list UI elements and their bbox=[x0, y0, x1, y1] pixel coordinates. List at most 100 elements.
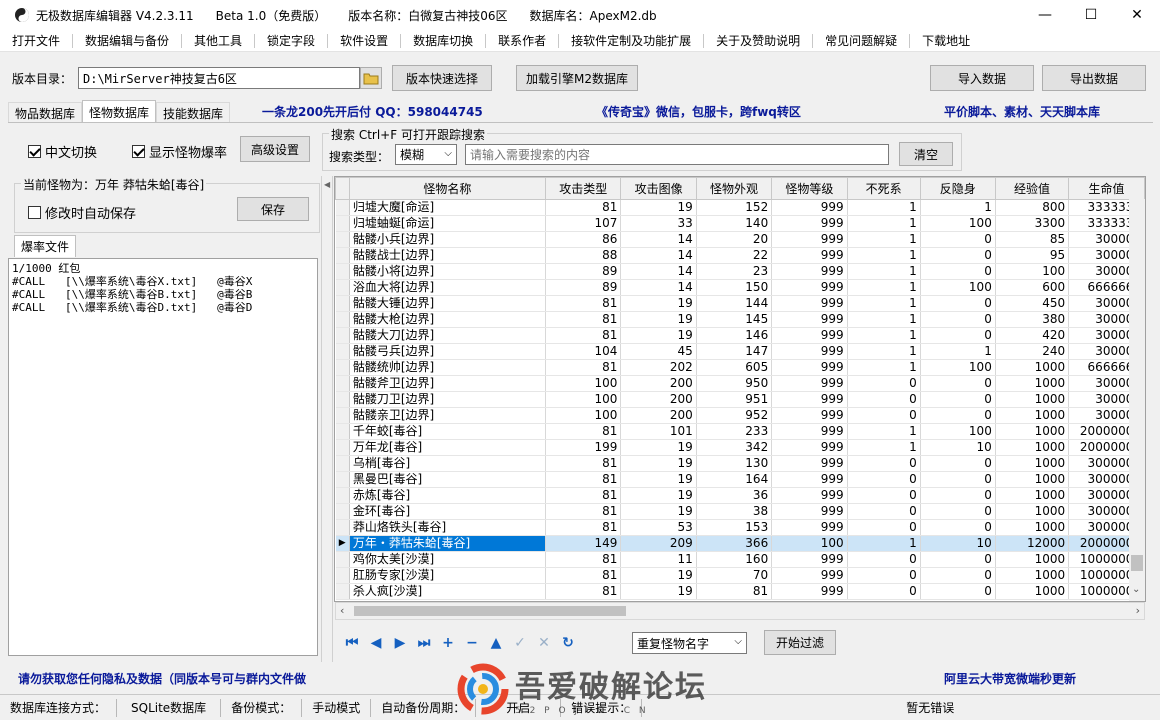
cell-appearance[interactable]: 150 bbox=[696, 279, 773, 296]
cell-attack-type[interactable]: 100 bbox=[545, 407, 622, 424]
cell-undead[interactable]: 1 bbox=[847, 231, 921, 248]
cell-attack-type[interactable]: 199 bbox=[545, 439, 622, 456]
path-input[interactable]: D:\MirServer神技复古6区 bbox=[78, 67, 360, 89]
cell-undead[interactable]: 0 bbox=[847, 487, 921, 504]
cell-level[interactable]: 999 bbox=[771, 471, 848, 488]
table-row[interactable]: 骷髅亲卫[边界] 100 200 952 999 0 0 1000 300000 bbox=[335, 407, 1145, 424]
cell-anti-hide[interactable]: 100 bbox=[920, 359, 996, 376]
cell-level[interactable]: 999 bbox=[771, 247, 848, 264]
minimize-button[interactable]: — bbox=[1022, 0, 1068, 30]
row-indicator[interactable] bbox=[335, 327, 350, 344]
cell-name[interactable]: 骷髅小兵[边界] bbox=[349, 231, 547, 248]
row-indicator[interactable] bbox=[335, 423, 350, 440]
cell-anti-hide[interactable]: 0 bbox=[920, 487, 996, 504]
row-indicator[interactable] bbox=[335, 407, 350, 424]
cell-anti-hide[interactable]: 1 bbox=[920, 199, 996, 216]
cell-attack-type[interactable]: 81 bbox=[545, 583, 622, 600]
menu-lock-fields[interactable]: 锁定字段 bbox=[255, 32, 327, 49]
cell-undead[interactable]: 0 bbox=[847, 583, 921, 600]
cell-undead[interactable]: 1 bbox=[847, 263, 921, 280]
cell-name[interactable]: 黑曼巴[毒谷] bbox=[349, 471, 547, 488]
cell-level[interactable]: 999 bbox=[771, 375, 848, 392]
row-indicator[interactable] bbox=[335, 551, 350, 568]
cell-level[interactable]: 999 bbox=[771, 295, 848, 312]
cell-name[interactable]: 鸡你太美[沙漠] bbox=[349, 551, 547, 568]
cell-exp[interactable]: 420 bbox=[995, 327, 1070, 344]
cell-appearance[interactable]: 366 bbox=[696, 535, 773, 552]
row-indicator[interactable] bbox=[335, 487, 350, 504]
cell-attack-type[interactable]: 81 bbox=[545, 295, 622, 312]
cell-anti-hide[interactable]: 10 bbox=[920, 439, 996, 456]
tab-skills[interactable]: 技能数据库 bbox=[156, 102, 231, 123]
table-row[interactable]: 乌梢[毒谷] 81 19 130 999 0 0 1000 3000000 bbox=[335, 455, 1145, 472]
cell-name[interactable]: 赤炼[毒谷] bbox=[349, 487, 547, 504]
cell-attack-image[interactable]: 19 bbox=[620, 487, 697, 504]
cell-attack-image[interactable]: 101 bbox=[620, 423, 697, 440]
row-indicator[interactable] bbox=[335, 359, 350, 376]
cell-exp[interactable]: 1000 bbox=[995, 551, 1070, 568]
cell-attack-image[interactable]: 19 bbox=[620, 295, 697, 312]
cell-appearance[interactable]: 38 bbox=[696, 503, 773, 520]
cell-attack-image[interactable]: 19 bbox=[620, 567, 697, 584]
menu-settings[interactable]: 软件设置 bbox=[328, 32, 400, 49]
table-row[interactable]: 万年龙[毒谷] 199 19 342 999 1 10 1000 20000000 bbox=[335, 439, 1145, 456]
cell-level[interactable]: 999 bbox=[771, 423, 848, 440]
col-hp-header[interactable]: 生命值 bbox=[1068, 177, 1145, 200]
row-indicator[interactable] bbox=[335, 279, 350, 296]
cell-exp[interactable]: 3300 bbox=[995, 215, 1070, 232]
row-indicator[interactable] bbox=[335, 567, 350, 584]
cell-exp[interactable]: 1000 bbox=[995, 391, 1070, 408]
cell-undead[interactable]: 1 bbox=[847, 439, 921, 456]
cell-name[interactable]: 归墟大魔[命运] bbox=[349, 199, 547, 216]
cell-exp[interactable]: 1000 bbox=[995, 439, 1070, 456]
cell-attack-type[interactable]: 89 bbox=[545, 279, 622, 296]
cell-anti-hide[interactable]: 0 bbox=[920, 407, 996, 424]
cell-exp[interactable]: 1000 bbox=[995, 455, 1070, 472]
table-row[interactable]: 莽山烙铁头[毒谷] 81 53 153 999 0 0 1000 3000000 bbox=[335, 519, 1145, 536]
cell-attack-type[interactable]: 81 bbox=[545, 519, 622, 536]
cell-exp[interactable]: 1000 bbox=[995, 487, 1070, 504]
cell-attack-type[interactable]: 81 bbox=[545, 503, 622, 520]
cell-name[interactable]: 万年・莽牯朱蛤[毒谷] bbox=[349, 535, 547, 552]
cell-appearance[interactable]: 952 bbox=[696, 407, 773, 424]
cell-attack-type[interactable]: 88 bbox=[545, 247, 622, 264]
cell-appearance[interactable]: 164 bbox=[696, 471, 773, 488]
cell-attack-image[interactable]: 200 bbox=[620, 391, 697, 408]
delete-record-icon[interactable]: − bbox=[460, 631, 484, 655]
cell-attack-image[interactable]: 14 bbox=[620, 279, 697, 296]
start-filter-button[interactable]: 开始过滤 bbox=[764, 630, 836, 655]
cell-appearance[interactable]: 950 bbox=[696, 375, 773, 392]
table-row[interactable]: 杀人疯[沙漠] 81 19 81 999 0 0 1000 10000000 bbox=[335, 583, 1145, 600]
cell-exp[interactable]: 100 bbox=[995, 263, 1070, 280]
drop-file-editor[interactable]: 1/1000 红包 #CALL [\\爆率系统\毒谷X.txt] @毒谷X #C… bbox=[8, 258, 318, 656]
menu-contact[interactable]: 联系作者 bbox=[486, 32, 558, 49]
table-row[interactable]: 归墟蚰蜒[命运] 107 33 140 999 1 100 3300 3333333 bbox=[335, 215, 1145, 232]
cell-exp[interactable]: 1000 bbox=[995, 359, 1070, 376]
col-attack-image-header[interactable]: 攻击图像 bbox=[620, 177, 697, 200]
cell-undead[interactable]: 0 bbox=[847, 567, 921, 584]
cell-undead[interactable]: 0 bbox=[847, 551, 921, 568]
cell-attack-image[interactable]: 11 bbox=[620, 551, 697, 568]
panel-splitter[interactable]: ◀ bbox=[321, 176, 333, 662]
cell-attack-image[interactable]: 19 bbox=[620, 455, 697, 472]
cell-name[interactable]: 骷髅大锤[边界] bbox=[349, 295, 547, 312]
cell-anti-hide[interactable]: 10 bbox=[920, 535, 996, 552]
cell-undead[interactable]: 0 bbox=[847, 471, 921, 488]
cell-undead[interactable]: 1 bbox=[847, 343, 921, 360]
cell-level[interactable]: 999 bbox=[771, 343, 848, 360]
search-input[interactable] bbox=[465, 144, 889, 165]
row-indicator[interactable] bbox=[335, 519, 350, 536]
cell-exp[interactable]: 600 bbox=[995, 279, 1070, 296]
menu-db-switch[interactable]: 数据库切换 bbox=[401, 32, 485, 49]
cell-level[interactable]: 999 bbox=[771, 231, 848, 248]
menu-edit-backup[interactable]: 数据编辑与备份 bbox=[73, 32, 181, 49]
cell-attack-type[interactable]: 89 bbox=[545, 263, 622, 280]
cell-appearance[interactable]: 70 bbox=[696, 567, 773, 584]
cell-exp[interactable]: 1000 bbox=[995, 503, 1070, 520]
cell-anti-hide[interactable]: 0 bbox=[920, 263, 996, 280]
table-row[interactable]: 骷髅斧卫[边界] 100 200 950 999 0 0 1000 300000 bbox=[335, 375, 1145, 392]
cell-anti-hide[interactable]: 0 bbox=[920, 567, 996, 584]
cell-exp[interactable]: 1000 bbox=[995, 471, 1070, 488]
cell-anti-hide[interactable]: 100 bbox=[920, 215, 996, 232]
row-indicator[interactable] bbox=[335, 311, 350, 328]
